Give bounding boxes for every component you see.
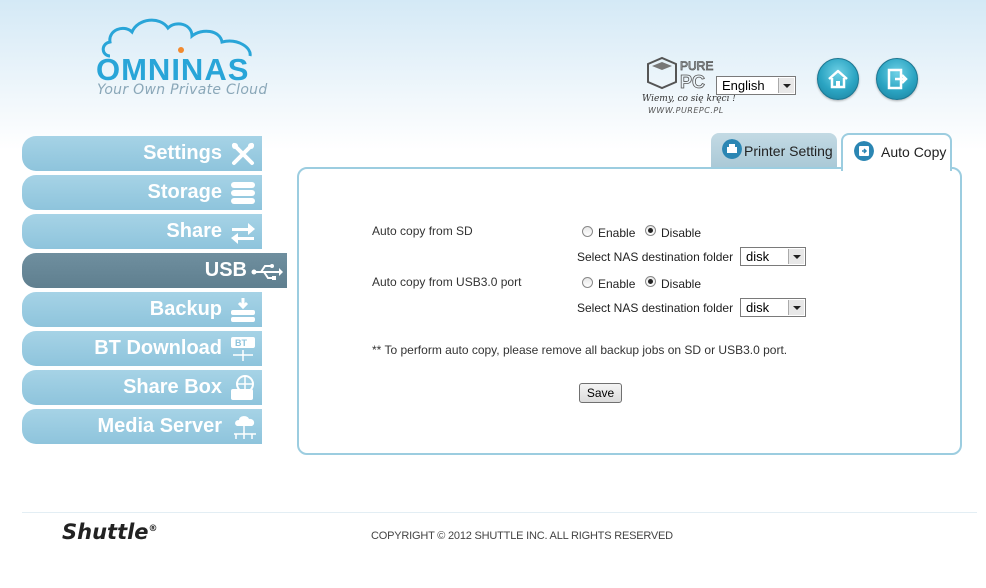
- sidebar-item-label: Share: [166, 220, 222, 242]
- sd-folder-label: Select NAS destination folder: [577, 250, 734, 264]
- sidebar-item-label: Backup: [149, 298, 222, 320]
- sidebar-item-storage[interactable]: Storage: [22, 175, 262, 210]
- sidebar-item-backup[interactable]: Backup: [22, 292, 262, 327]
- sidebar-item-settings[interactable]: Settings: [22, 136, 262, 171]
- sd-auto-copy-label: Auto copy from SD: [372, 224, 473, 238]
- usb-disable-label: Disable: [661, 277, 702, 291]
- tab-label: Auto Copy: [881, 144, 947, 160]
- sidebar-item-label: Share Box: [123, 376, 222, 398]
- sidebar-item-label: Storage: [147, 181, 222, 203]
- sidebar-item-media-server[interactable]: Media Server: [22, 409, 262, 444]
- watermark-url: WWW.PUREPC.PL: [648, 106, 724, 115]
- sd-folder-value: disk: [746, 249, 770, 264]
- printer-icon: [722, 139, 742, 159]
- bt-download-icon: BT: [231, 337, 255, 361]
- shuttle-brand: Shuttle: [62, 520, 149, 544]
- home-icon: [828, 69, 848, 89]
- sidebar-item-share-box[interactable]: Share Box: [22, 370, 262, 405]
- usb-folder-value: disk: [746, 300, 770, 315]
- footer-divider: [22, 512, 977, 513]
- usb-folder-select[interactable]: disk: [740, 298, 806, 317]
- sd-disable-label: Disable: [661, 226, 702, 240]
- sd-enable-label: Enable: [598, 226, 636, 240]
- tools-icon: [232, 143, 254, 165]
- sidebar-item-bt-download[interactable]: BT Download BT: [22, 331, 262, 366]
- svg-text:PURE: PURE: [680, 59, 713, 73]
- logo-wordmark: OMNINAS: [96, 52, 250, 87]
- watermark-slogan: Wiemy, co się kręci !: [642, 94, 736, 104]
- sd-enable-radio[interactable]: [582, 226, 593, 237]
- sidebar-item-label: BT Download: [94, 337, 222, 359]
- copyright-text: COPYRIGHT © 2012 SHUTTLE INC. ALL RIGHTS…: [371, 530, 673, 542]
- usb-disable-radio[interactable]: [645, 276, 656, 287]
- sidebar-item-label: USB: [204, 259, 247, 281]
- sidebar-item-usb[interactable]: USB: [22, 253, 287, 288]
- share-arrows-icon: [231, 223, 255, 244]
- home-button[interactable]: [817, 58, 859, 100]
- tab-label: Printer Setting: [744, 143, 833, 159]
- media-server-icon: [234, 416, 256, 439]
- usb-enable-label: Enable: [598, 277, 636, 291]
- chevron-down-icon[interactable]: [788, 300, 804, 315]
- chevron-down-icon[interactable]: [778, 78, 794, 93]
- sd-folder-select[interactable]: disk: [740, 247, 806, 266]
- logout-button[interactable]: [876, 58, 918, 100]
- share-box-icon: [231, 375, 254, 400]
- storage-icon: [231, 182, 255, 204]
- sidebar-item-share[interactable]: Share: [22, 214, 262, 249]
- usb-enable-radio[interactable]: [582, 277, 593, 288]
- svg-text:BT: BT: [235, 338, 247, 348]
- chevron-down-icon[interactable]: [788, 249, 804, 264]
- language-value: English: [722, 78, 765, 93]
- auto-copy-icon: [854, 141, 874, 161]
- usb-auto-copy-label: Auto copy from USB3.0 port: [372, 275, 522, 289]
- logo-tagline: Your Own Private Cloud: [97, 82, 268, 98]
- tab-auto-copy[interactable]: Auto Copy: [841, 133, 952, 171]
- shuttle-logo: Shuttle®: [62, 520, 158, 544]
- sidebar-item-label: Media Server: [97, 415, 222, 437]
- tab-printer-setting[interactable]: Printer Setting: [711, 133, 837, 169]
- auto-copy-note: ** To perform auto copy, please remove a…: [372, 343, 788, 357]
- language-select[interactable]: English: [716, 76, 796, 95]
- svg-text:PC: PC: [680, 72, 705, 92]
- omninas-logo: OMNINAS Your Own Private Cloud: [92, 14, 267, 104]
- sd-disable-radio[interactable]: [645, 225, 656, 236]
- backup-icon: [231, 298, 255, 322]
- logo-dot: [178, 47, 184, 53]
- save-button[interactable]: Save: [579, 383, 622, 403]
- sidebar-item-label: Settings: [143, 142, 222, 164]
- usb-folder-label: Select NAS destination folder: [577, 301, 734, 315]
- usb-icon: [251, 264, 283, 280]
- registered-mark: ®: [148, 524, 158, 534]
- logout-icon: [887, 68, 908, 90]
